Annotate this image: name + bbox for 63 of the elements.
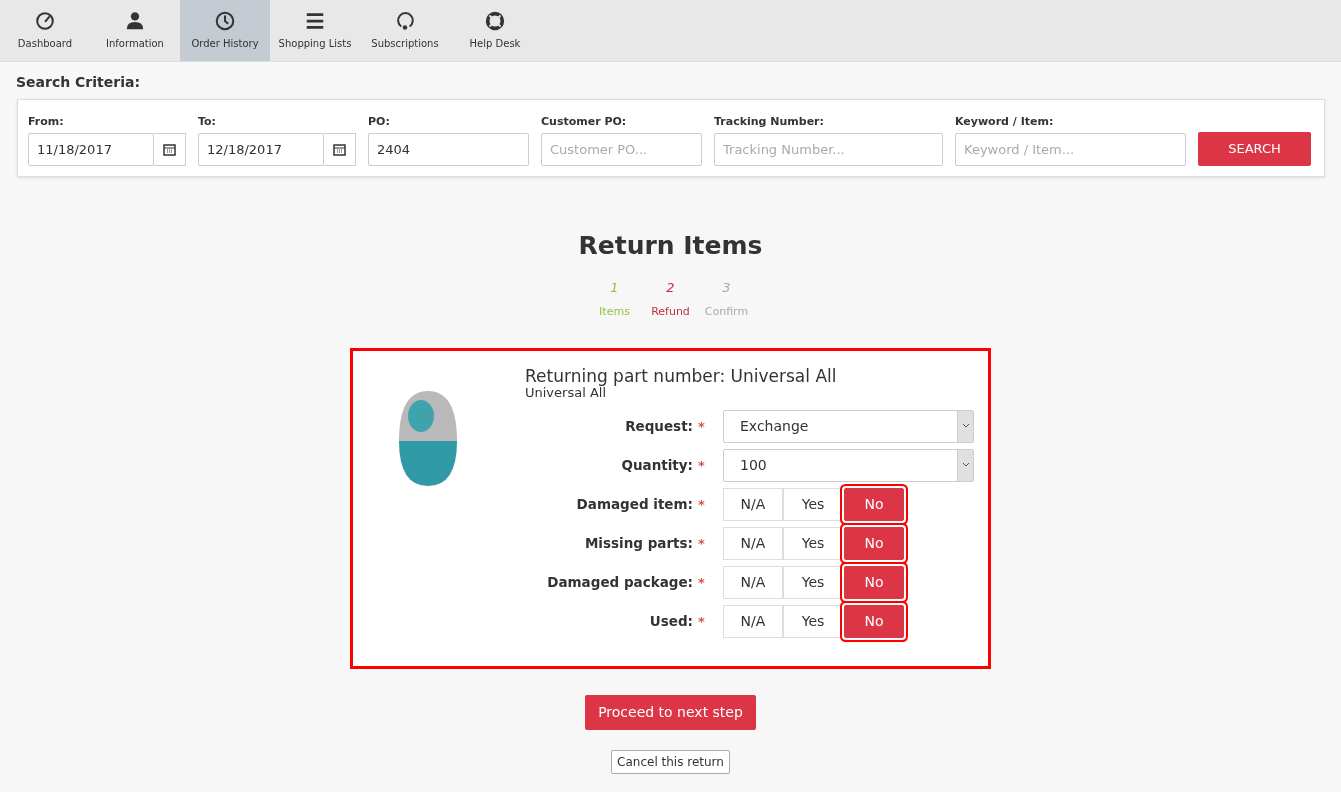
required-mark: * [698, 574, 705, 590]
step-label: Confirm [704, 303, 749, 320]
field-label: Damaged package: [546, 573, 693, 593]
cycle-icon [394, 10, 416, 32]
menu-icon [304, 10, 326, 32]
nav-tab[interactable]: Order History [180, 0, 270, 61]
step-number: 1 [610, 279, 619, 297]
part-subtitle: Universal All [525, 385, 606, 400]
dropdown[interactable]: 100 [723, 449, 974, 482]
required-mark: * [698, 613, 705, 629]
step-label: Refund [651, 303, 690, 320]
field-label: PO: [368, 114, 391, 130]
search-button[interactable]: SEARCH [1198, 131, 1311, 166]
clock-icon [214, 10, 236, 32]
toggle-option[interactable]: Yes [783, 566, 843, 599]
input-field[interactable]: Tracking Number... [714, 132, 943, 166]
date-field[interactable]: 12/18/2017 [198, 132, 324, 166]
cancel-return-button[interactable]: Cancel this return [611, 750, 730, 774]
field-label: Used: [648, 612, 693, 632]
field-label: Tracking Number: [714, 114, 825, 130]
field-label: Missing parts: [583, 534, 693, 554]
page-title: Return Items [577, 229, 764, 262]
calendar-icon [333, 142, 346, 156]
date-field[interactable]: 11/18/2017 [28, 132, 154, 166]
person-icon [124, 10, 146, 32]
field-label: Request: [624, 417, 693, 437]
nav-tab[interactable]: Shopping Lists [270, 0, 360, 61]
nav-tab[interactable]: Help Desk [450, 0, 540, 61]
toggle-option[interactable]: Yes [783, 605, 843, 638]
search-criteria-title: Search Criteria: [16, 73, 141, 92]
nav-tab[interactable]: Information [90, 0, 180, 61]
caret-icon [961, 423, 970, 430]
step-number: 2 [666, 279, 675, 297]
toggle-option[interactable]: N/A [723, 566, 783, 599]
dropdown[interactable]: Exchange [723, 410, 974, 443]
field-label: From: [28, 114, 65, 130]
field-label: Damaged item: [575, 495, 693, 515]
required-mark: * [698, 418, 705, 434]
field-label: Quantity: [620, 456, 693, 476]
step-label: Items [599, 303, 630, 320]
toggle-option[interactable]: N/A [723, 605, 783, 638]
part-title: Returning part number: Universal All [525, 367, 838, 386]
toggle-option[interactable]: Yes [783, 527, 843, 560]
nav-tab[interactable]: Subscriptions [360, 0, 450, 61]
required-mark: * [698, 496, 705, 512]
toggle-option[interactable]: N/A [723, 488, 783, 521]
input-field[interactable]: Keyword / Item... [955, 132, 1186, 166]
field-label: To: [198, 114, 217, 130]
nav-tab[interactable]: Dashboard [0, 0, 90, 61]
toggle-option[interactable]: N/A [723, 527, 783, 560]
toggle-option[interactable]: Yes [783, 488, 843, 521]
input-field[interactable]: 2404 [368, 132, 529, 166]
required-mark: * [698, 457, 705, 473]
field-label: Customer PO: [541, 114, 628, 130]
required-mark: * [698, 535, 705, 551]
gauge-icon [34, 10, 56, 32]
lifebuoy-icon [484, 10, 506, 32]
field-label: Keyword / Item: [955, 114, 1055, 130]
proceed-button[interactable]: Proceed to next step [585, 695, 756, 730]
calendar-icon [163, 142, 176, 156]
caret-icon [961, 462, 970, 469]
input-field[interactable]: Customer PO... [541, 132, 702, 166]
step-number: 3 [722, 279, 731, 297]
